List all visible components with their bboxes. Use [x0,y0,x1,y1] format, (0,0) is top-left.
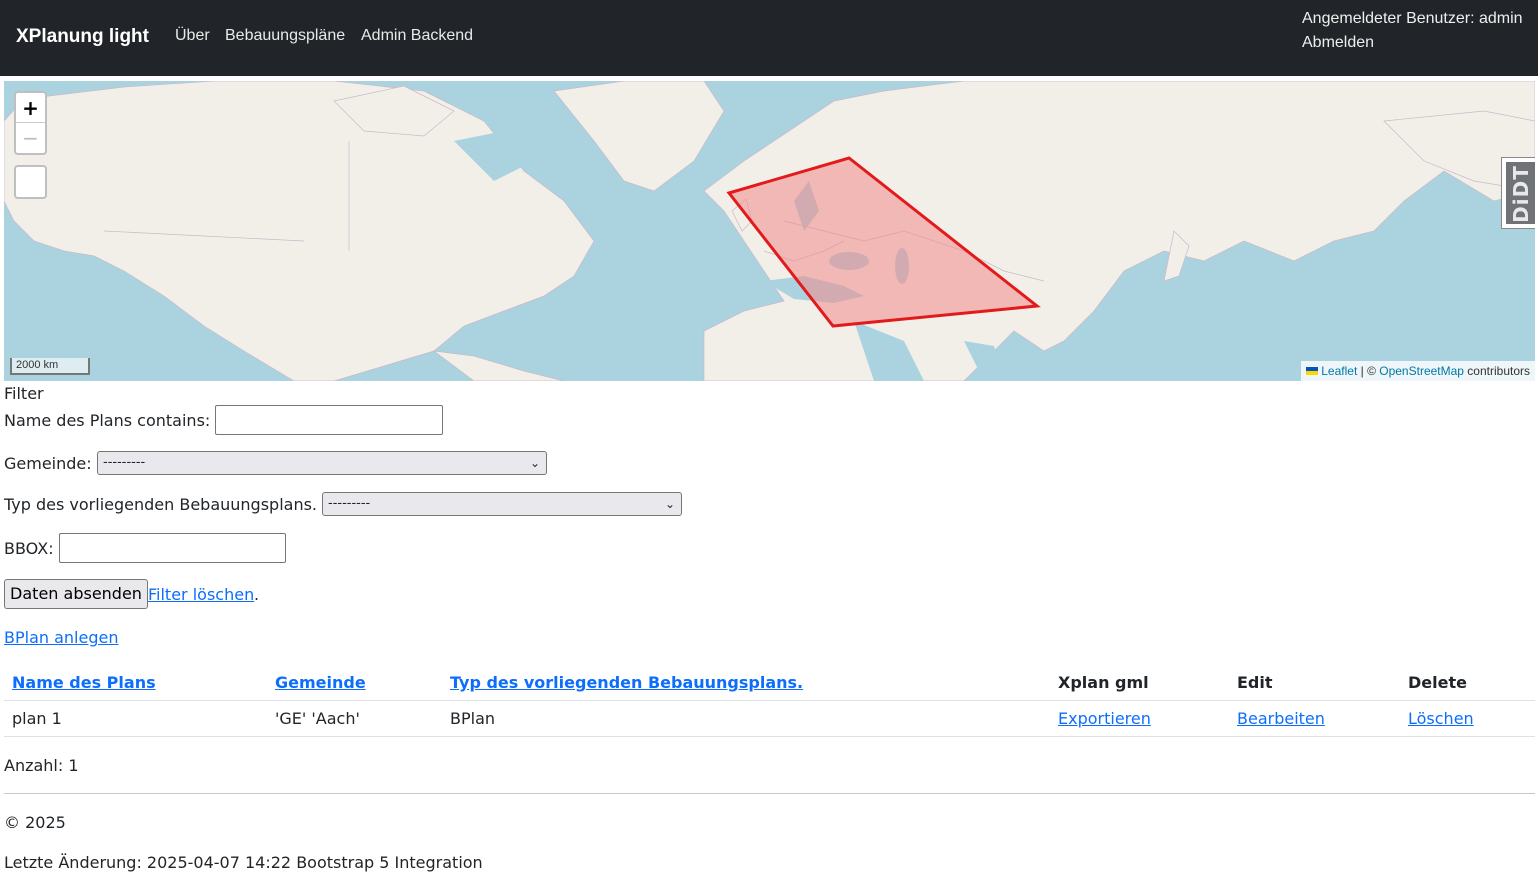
column-header-edit: Edit [1237,673,1273,692]
typ-select-value: --------- [328,496,371,511]
zoom-in-button[interactable]: + [16,93,45,123]
user-info: Angemeldeter Benutzer: admin Abmelden [1302,7,1523,55]
scale-bar: 2000 km [10,358,90,375]
clear-filter-link[interactable]: Filter löschen [148,585,254,604]
footer-divider [4,793,1535,794]
nav-link-bebauungsplaene[interactable]: Bebauungspläne [225,27,345,45]
didt-logo-text: DiDT [1509,165,1533,223]
attribution-suffix: contributors [1463,364,1530,378]
bbox-input[interactable] [59,533,286,563]
bbox-filter-label: BBOX: [4,539,54,558]
map[interactable]: + − 2000 km Leaflet | © OpenStreetMap co… [4,81,1535,381]
submit-filter-button[interactable]: Daten absenden [4,579,148,609]
logged-in-user-label: Angemeldeter Benutzer: admin [1302,10,1523,27]
column-header-typ[interactable]: Typ des vorliegenden Bebauungsplans. [450,673,803,692]
edit-link[interactable]: Bearbeiten [1237,709,1325,728]
cell-name: plan 1 [12,709,62,728]
zoom-control: + − [14,91,47,155]
brand-link[interactable]: XPlanung light [16,26,149,48]
table-row-divider [4,736,1535,737]
table-header-divider [4,700,1535,701]
gemeinde-filter-label: Gemeinde: [4,454,92,473]
create-bplan-link[interactable]: BPlan anlegen [4,628,118,647]
typ-filter-label: Typ des vorliegenden Bebauungsplans. [4,495,318,514]
footer-copyright: © 2025 [4,813,66,832]
name-filter-label: Name des Plans contains: [4,411,211,430]
column-header-gemeinde[interactable]: Gemeinde [275,673,366,692]
ukraine-flag-icon [1306,367,1319,375]
attribution-separator: | © [1357,364,1380,378]
chevron-down-icon: ⌄ [664,497,675,511]
chevron-down-icon: ⌄ [529,456,540,470]
logout-link[interactable]: Abmelden [1302,31,1523,55]
cell-gemeinde: 'GE' 'Aach' [275,709,360,728]
column-header-xplan-gml: Xplan gml [1058,673,1149,692]
nav-link-admin-backend[interactable]: Admin Backend [361,27,473,45]
gemeinde-select-value: --------- [103,455,146,470]
map-attribution: Leaflet | © OpenStreetMap contributors [1301,361,1535,381]
delete-link[interactable]: Löschen [1408,709,1474,728]
clear-filter-suffix: . [254,585,260,604]
draw-rectangle-button[interactable] [14,165,47,199]
result-count: Anzahl: 1 [4,756,79,775]
map-tiles [4,81,1535,381]
export-link[interactable]: Exportieren [1058,709,1151,728]
column-header-delete: Delete [1408,673,1467,692]
typ-select[interactable]: --------- ⌄ [322,492,682,516]
nav-link-ueber[interactable]: Über [175,27,210,45]
cell-typ: BPlan [450,709,496,728]
osm-link[interactable]: OpenStreetMap [1379,364,1464,378]
name-filter-input[interactable] [215,405,443,435]
filter-legend: Filter [4,384,44,403]
navbar: XPlanung light Über Bebauungspläne Admin… [0,0,1538,76]
zoom-out-button[interactable]: − [16,123,45,153]
didt-logo-icon: DiDT [1506,162,1535,224]
didt-badge[interactable]: DiDT [1501,157,1535,229]
leaflet-link[interactable]: Leaflet [1321,364,1357,378]
column-header-name[interactable]: Name des Plans [12,673,156,692]
footer-last-change: Letzte Änderung: 2025-04-07 14:22 Bootst… [4,853,483,872]
gemeinde-select[interactable]: --------- ⌄ [97,451,547,475]
